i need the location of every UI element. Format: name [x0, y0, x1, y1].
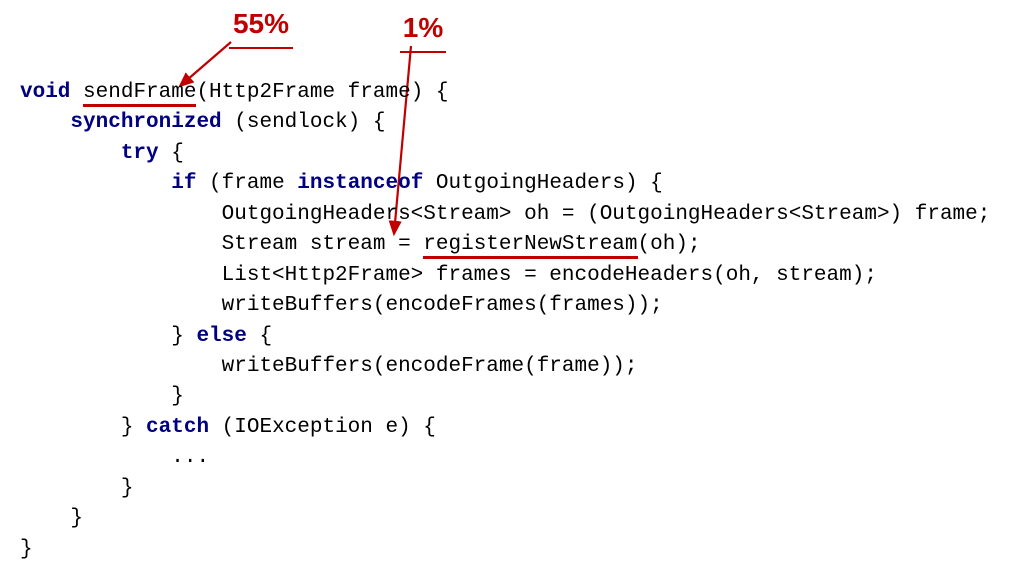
code-text: (Http2Frame frame) {	[196, 81, 448, 104]
annotation-55-percent: 55%	[229, 4, 293, 49]
kw-catch: catch	[146, 416, 209, 439]
code-block: void sendFrame(Http2Frame frame) { synch…	[20, 78, 1014, 565]
kw-if: if	[171, 172, 196, 195]
code-text: writeBuffers(encodeFrames(frames));	[222, 294, 663, 317]
fn-registerNewStream: registerNewStream	[423, 233, 637, 259]
kw-try: try	[121, 142, 159, 165]
code-text: }	[121, 477, 134, 500]
annotation-55-text: 55%	[233, 8, 289, 39]
kw-instanceof: instanceof	[297, 172, 423, 195]
code-text: writeBuffers(encodeFrame(frame));	[222, 355, 638, 378]
code-text: OutgoingHeaders) {	[423, 172, 662, 195]
code-text: ...	[171, 446, 209, 469]
annotation-underline	[229, 47, 293, 49]
code-text: Stream stream =	[222, 233, 424, 256]
fn-sendFrame: sendFrame	[83, 81, 196, 107]
annotation-1-text: 1%	[403, 12, 443, 43]
code-text: {	[159, 142, 184, 165]
code-text: (IOException e) {	[209, 416, 436, 439]
annotation-underline	[400, 51, 446, 53]
code-text: }	[20, 538, 33, 561]
code-text: (oh);	[638, 233, 701, 256]
code-text: {	[247, 325, 272, 348]
code-text: List<Http2Frame> frames = encodeHeaders(…	[222, 264, 877, 287]
code-text: (sendlock) {	[222, 111, 386, 134]
code-text: }	[121, 416, 146, 439]
kw-synchronized: synchronized	[70, 111, 221, 134]
code-text: }	[70, 507, 83, 530]
code-text: }	[171, 325, 196, 348]
code-text: (frame	[196, 172, 297, 195]
code-text: }	[171, 385, 184, 408]
annotation-1-percent: 1%	[400, 8, 446, 53]
kw-else: else	[196, 325, 246, 348]
kw-void: void	[20, 81, 70, 104]
code-text: OutgoingHeaders<Stream> oh = (OutgoingHe…	[222, 203, 991, 226]
